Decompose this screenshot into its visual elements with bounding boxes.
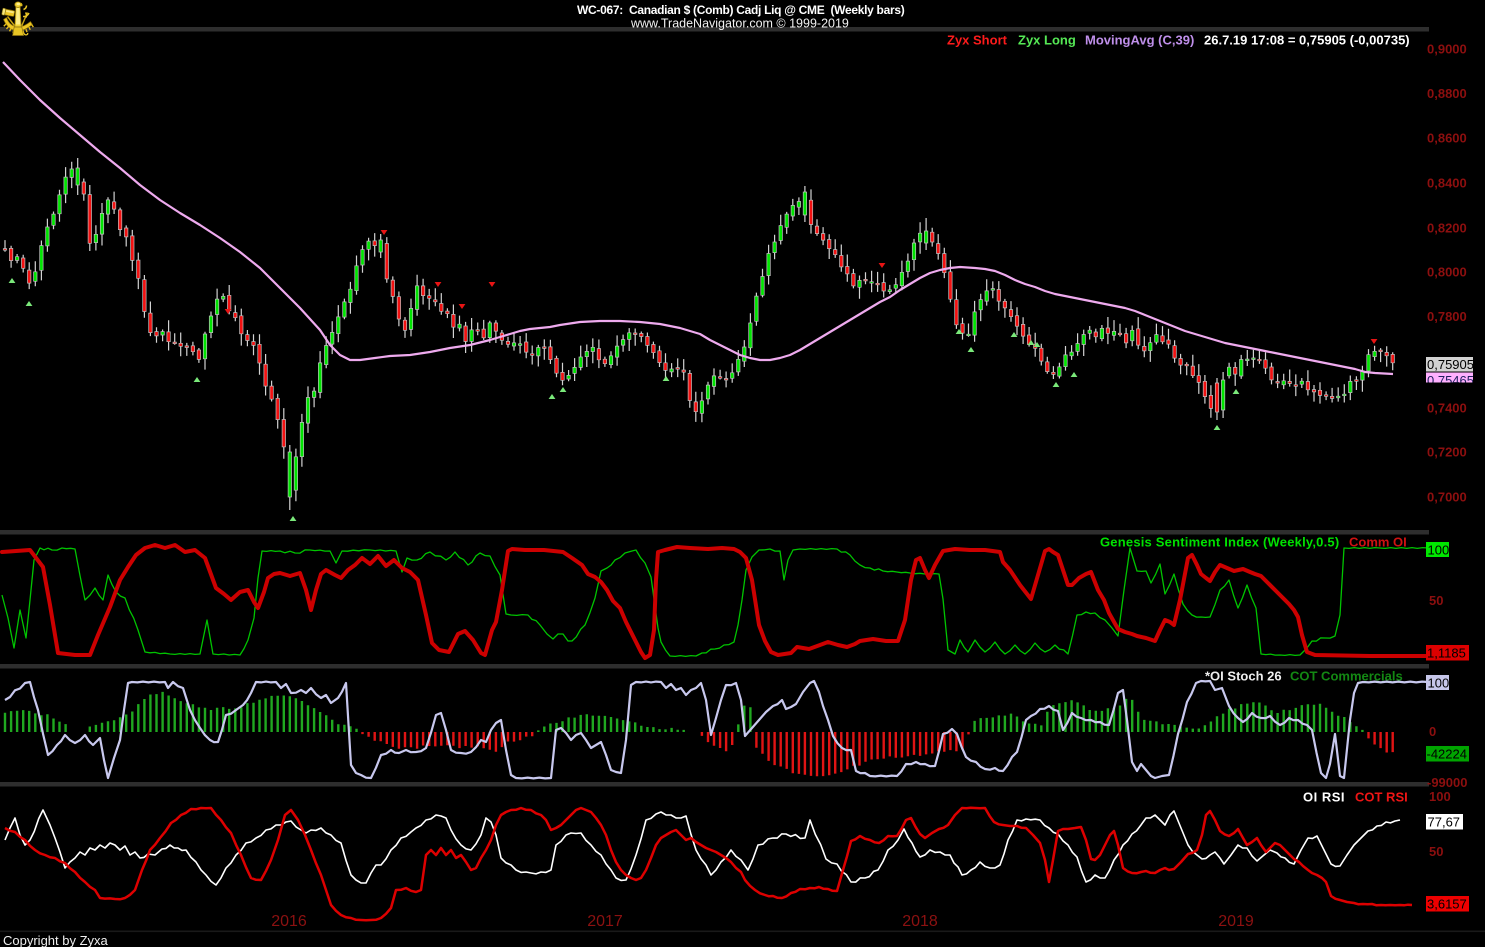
svg-text:0,75905: 0,75905 [1427, 357, 1474, 372]
svg-text:Zyx Long: Zyx Long [1018, 33, 1076, 48]
svg-text:100: 100 [1429, 789, 1451, 804]
svg-text:3,6157: 3,6157 [1427, 897, 1467, 912]
svg-text:1,1185: 1,1185 [1427, 646, 1466, 661]
svg-text:26.7.19 17:08 = 0,75905 (-0,00: 26.7.19 17:08 = 0,75905 (-0,00735) [1204, 33, 1410, 48]
svg-text:77,67: 77,67 [1428, 815, 1461, 830]
svg-text:0,8600: 0,8600 [1427, 131, 1467, 146]
svg-text:Genesis Sentiment Index (Weekl: Genesis Sentiment Index (Weekly,0.5) [1100, 535, 1339, 550]
svg-text:2018: 2018 [902, 913, 938, 930]
svg-text:0,7400: 0,7400 [1427, 401, 1467, 416]
svg-text:Zyx Short: Zyx Short [947, 33, 1008, 48]
svg-text:-42224: -42224 [1427, 747, 1467, 762]
svg-text:0,8800: 0,8800 [1427, 86, 1467, 101]
svg-text:0,9000: 0,9000 [1427, 42, 1467, 57]
svg-text:2016: 2016 [271, 913, 307, 930]
svg-text:2017: 2017 [587, 913, 623, 930]
svg-text:Comm OI: Comm OI [1349, 535, 1407, 550]
svg-text:2019: 2019 [1218, 913, 1254, 930]
svg-text:100: 100 [1428, 676, 1450, 691]
svg-text:COT RSI: COT RSI [1355, 790, 1408, 805]
svg-text:0,8200: 0,8200 [1427, 221, 1467, 236]
svg-text:0,7200: 0,7200 [1427, 445, 1467, 460]
svg-text:0,7800: 0,7800 [1427, 309, 1467, 324]
svg-text:Copyright by Zyxa: Copyright by Zyxa [3, 933, 109, 947]
svg-text:50: 50 [1429, 844, 1443, 859]
svg-text:100: 100 [1428, 543, 1450, 558]
svg-text:COT Commercials: COT Commercials [1290, 669, 1403, 684]
svg-text:0,8000: 0,8000 [1427, 265, 1467, 280]
svg-text:0,8400: 0,8400 [1427, 176, 1467, 191]
svg-text:0: 0 [1429, 724, 1436, 739]
svg-text:WC-067: Canadian $ (Comb) Cad: WC-067: Canadian $ (Comb) Cadj Liq @ CME… [577, 3, 905, 17]
svg-text:www.TradeNavigator.com © 1999-: www.TradeNavigator.com © 1999-2019 [630, 17, 849, 31]
svg-text:OI RSI: OI RSI [1303, 790, 1345, 805]
svg-text:*OI Stoch 26: *OI Stoch 26 [1205, 669, 1282, 684]
svg-text:50: 50 [1429, 593, 1443, 608]
svg-text:-99000: -99000 [1427, 775, 1467, 790]
svg-text:0,7000: 0,7000 [1427, 490, 1467, 505]
svg-text:MovingAvg (C,39): MovingAvg (C,39) [1085, 33, 1194, 48]
